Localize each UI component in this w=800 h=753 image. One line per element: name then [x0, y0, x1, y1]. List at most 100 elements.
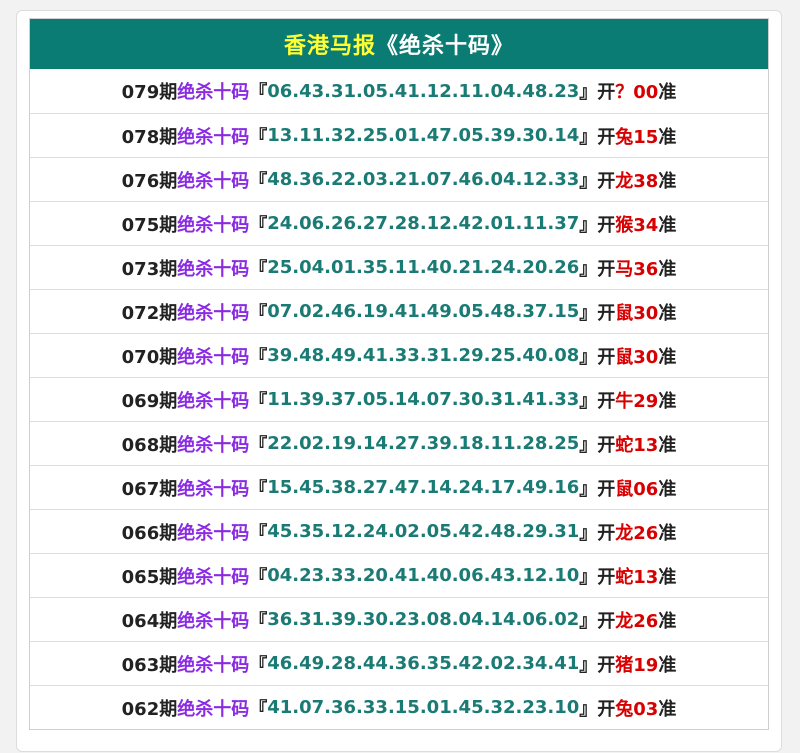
- result-row: 066期 绝杀十码 『 45.35.12.24.02.05.42.48.29.3…: [30, 509, 768, 553]
- predicted-numbers: 24.06.26.27.28.12.42.01.11.37: [267, 213, 580, 234]
- result-row: 062期 绝杀十码 『 41.07.36.33.15.01.45.32.23.1…: [30, 685, 768, 729]
- open-label: 开: [597, 170, 616, 192]
- close-bracket: 』: [579, 434, 598, 456]
- accurate-label: 准: [658, 82, 677, 103]
- predicted-numbers: 07.02.46.19.41.49.05.48.37.15: [267, 301, 580, 322]
- results-list: 079期 绝杀十码 『 06.43.31.05.41.12.11.04.48.2…: [30, 69, 768, 729]
- result-row: 069期 绝杀十码 『 11.39.37.05.14.07.30.31.41.3…: [30, 377, 768, 421]
- accurate-label: 准: [658, 302, 677, 324]
- predicted-numbers: 11.39.37.05.14.07.30.31.41.33: [267, 389, 580, 410]
- prediction-label: 绝杀十码: [177, 390, 250, 412]
- prediction-label: 绝杀十码: [177, 610, 250, 632]
- period-number: 073期: [121, 258, 178, 280]
- close-bracket: 』: [579, 258, 598, 280]
- open-bracket: 『: [249, 610, 268, 632]
- accurate-label: 准: [658, 698, 677, 720]
- predicted-numbers: 46.49.28.44.36.35.42.02.34.41: [267, 653, 580, 674]
- open-label: 开: [597, 434, 616, 456]
- open-bracket: 『: [249, 302, 268, 324]
- prediction-label: 绝杀十码: [177, 346, 250, 368]
- period-number: 078期: [121, 126, 178, 148]
- predicted-numbers: 25.04.01.35.11.40.21.24.20.26: [267, 257, 580, 278]
- open-label: 开: [597, 390, 616, 412]
- period-number: 063期: [121, 654, 178, 676]
- open-label: 开: [597, 126, 616, 148]
- draw-result: 马36: [615, 258, 659, 280]
- result-row: 063期 绝杀十码 『 46.49.28.44.36.35.42.02.34.4…: [30, 641, 768, 685]
- close-bracket: 』: [579, 214, 598, 236]
- predicted-numbers: 22.02.19.14.27.39.18.11.28.25: [267, 433, 580, 454]
- period-number: 062期: [121, 698, 178, 720]
- accurate-label: 准: [658, 170, 677, 192]
- close-bracket: 』: [579, 654, 598, 676]
- predicted-numbers: 41.07.36.33.15.01.45.32.23.10: [267, 697, 580, 718]
- predicted-numbers: 04.23.33.20.41.40.06.43.12.10: [267, 565, 580, 586]
- open-label: 开: [597, 82, 616, 103]
- close-bracket: 』: [579, 302, 598, 324]
- result-row: 064期 绝杀十码 『 36.31.39.30.23.08.04.14.06.0…: [30, 597, 768, 641]
- close-bracket: 』: [579, 522, 598, 544]
- board-title: 香港马报: [283, 34, 376, 59]
- open-bracket: 『: [249, 390, 268, 412]
- prediction-label: 绝杀十码: [177, 654, 250, 676]
- predicted-numbers: 48.36.22.03.21.07.46.04.12.33: [267, 169, 580, 190]
- period-number: 067期: [121, 478, 178, 500]
- close-bracket: 』: [579, 346, 598, 368]
- accurate-label: 准: [658, 478, 677, 500]
- close-bracket: 』: [579, 170, 598, 192]
- accurate-label: 准: [658, 126, 677, 148]
- draw-result: 蛇13: [615, 434, 659, 456]
- draw-result: 牛29: [615, 390, 659, 412]
- predicted-numbers: 45.35.12.24.02.05.42.48.29.31: [267, 521, 580, 542]
- close-bracket: 』: [579, 478, 598, 500]
- draw-result: 猴34: [615, 214, 659, 236]
- close-bracket: 』: [579, 390, 598, 412]
- result-row: 072期 绝杀十码 『 07.02.46.19.41.49.05.48.37.1…: [30, 289, 768, 333]
- close-bracket: 』: [579, 698, 598, 720]
- accurate-label: 准: [658, 654, 677, 676]
- page-frame: 香港马报 《绝杀十码》 079期 绝杀十码 『 06.43.31.05.41.1…: [16, 10, 782, 752]
- accurate-label: 准: [658, 214, 677, 236]
- predicted-numbers: 13.11.32.25.01.47.05.39.30.14: [267, 125, 580, 146]
- open-label: 开: [597, 346, 616, 368]
- draw-result: 龙26: [615, 610, 659, 632]
- board-subtitle: 《绝杀十码》: [376, 34, 515, 59]
- open-label: 开: [597, 258, 616, 280]
- open-bracket: 『: [249, 654, 268, 676]
- prediction-label: 绝杀十码: [177, 566, 250, 588]
- accurate-label: 准: [658, 346, 677, 368]
- prediction-label: 绝杀十码: [177, 82, 250, 103]
- results-board: 香港马报 《绝杀十码》 079期 绝杀十码 『 06.43.31.05.41.1…: [29, 18, 769, 730]
- result-row: 073期 绝杀十码 『 25.04.01.35.11.40.21.24.20.2…: [30, 245, 768, 289]
- accurate-label: 准: [658, 258, 677, 280]
- predicted-numbers: 39.48.49.41.33.31.29.25.40.08: [267, 345, 580, 366]
- open-label: 开: [597, 654, 616, 676]
- predicted-numbers: 15.45.38.27.47.14.24.17.49.16: [267, 477, 580, 498]
- result-row: 075期 绝杀十码 『 24.06.26.27.28.12.42.01.11.3…: [30, 201, 768, 245]
- accurate-label: 准: [658, 566, 677, 588]
- board-header: 香港马报 《绝杀十码》: [30, 19, 768, 69]
- draw-result: 蛇13: [615, 566, 659, 588]
- open-bracket: 『: [249, 346, 268, 368]
- period-number: 069期: [121, 390, 178, 412]
- period-number: 068期: [121, 434, 178, 456]
- result-row: 078期 绝杀十码 『 13.11.32.25.01.47.05.39.30.1…: [30, 113, 768, 157]
- period-number: 075期: [121, 214, 178, 236]
- open-bracket: 『: [249, 258, 268, 280]
- close-bracket: 』: [579, 566, 598, 588]
- open-bracket: 『: [249, 82, 268, 103]
- accurate-label: 准: [658, 434, 677, 456]
- period-number: 072期: [121, 302, 178, 324]
- predicted-numbers: 06.43.31.05.41.12.11.04.48.23: [267, 80, 580, 102]
- open-bracket: 『: [249, 170, 268, 192]
- draw-result: 鼠06: [615, 478, 659, 500]
- draw-result: 鼠30: [615, 302, 659, 324]
- open-label: 开: [597, 566, 616, 588]
- open-label: 开: [597, 610, 616, 632]
- result-row: 068期 绝杀十码 『 22.02.19.14.27.39.18.11.28.2…: [30, 421, 768, 465]
- open-label: 开: [597, 302, 616, 324]
- draw-result: 龙26: [615, 522, 659, 544]
- close-bracket: 』: [579, 82, 598, 103]
- result-row: 079期 绝杀十码 『 06.43.31.05.41.12.11.04.48.2…: [30, 69, 768, 113]
- prediction-label: 绝杀十码: [177, 214, 250, 236]
